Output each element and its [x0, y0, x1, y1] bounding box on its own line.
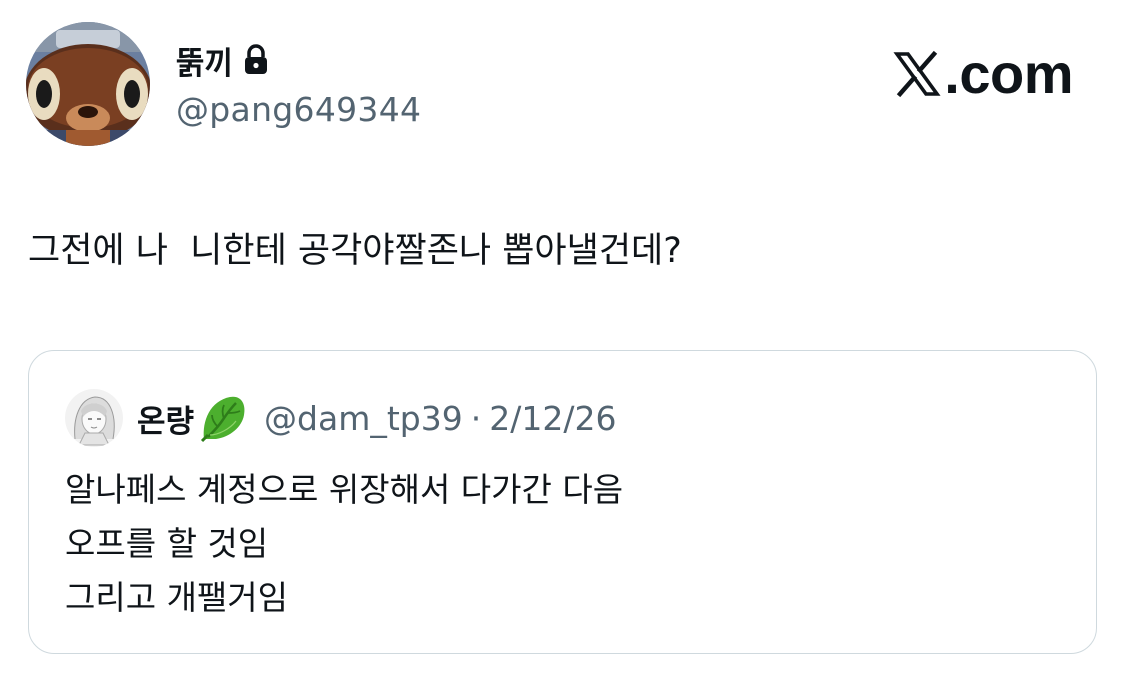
raccoon-avatar-icon: [26, 22, 150, 146]
quoted-text-line: 오프를 할 것임: [65, 524, 269, 563]
quoted-text-line: 그리고 개팰거임: [65, 578, 289, 617]
quoted-tweet-body: 알나페스 계정으로 위장해서 다가간 다음 오프를 할 것임 그리고 개팰거임: [65, 463, 623, 625]
quoted-tweet-header: 온량 @dam_tp39 · 2/12/26: [65, 389, 616, 447]
author-avatar[interactable]: [26, 22, 150, 146]
author-handle[interactable]: @pang649344: [176, 90, 421, 129]
quoted-date[interactable]: 2/12/26: [489, 399, 616, 438]
quoted-display-name[interactable]: 온량: [137, 396, 194, 441]
brand-watermark: .com: [893, 44, 1073, 104]
sketch-portrait-icon: [65, 389, 123, 447]
author-display-name[interactable]: 뚥끼: [176, 38, 233, 83]
author-name-row: 뚥끼: [176, 38, 269, 83]
lettuce-leaf-icon: [196, 391, 250, 445]
quoted-handle[interactable]: @dam_tp39: [264, 399, 463, 438]
tweet-text: 그전에 나 니한테 공각야짤존나 뽑아낼건데?: [28, 231, 682, 271]
quoted-separator: ·: [470, 398, 482, 438]
x-logo-icon: [893, 50, 941, 98]
quoted-text-line: 알나페스 계정으로 위장해서 다가간 다음: [65, 470, 624, 509]
lock-icon: [243, 44, 269, 76]
brand-label: .com: [944, 42, 1073, 105]
quoted-author-avatar[interactable]: [65, 389, 123, 447]
quoted-tweet-card[interactable]: 온량 @dam_tp39 · 2/12/26 알나페스 계정으로 위장해서 다가…: [28, 350, 1097, 654]
